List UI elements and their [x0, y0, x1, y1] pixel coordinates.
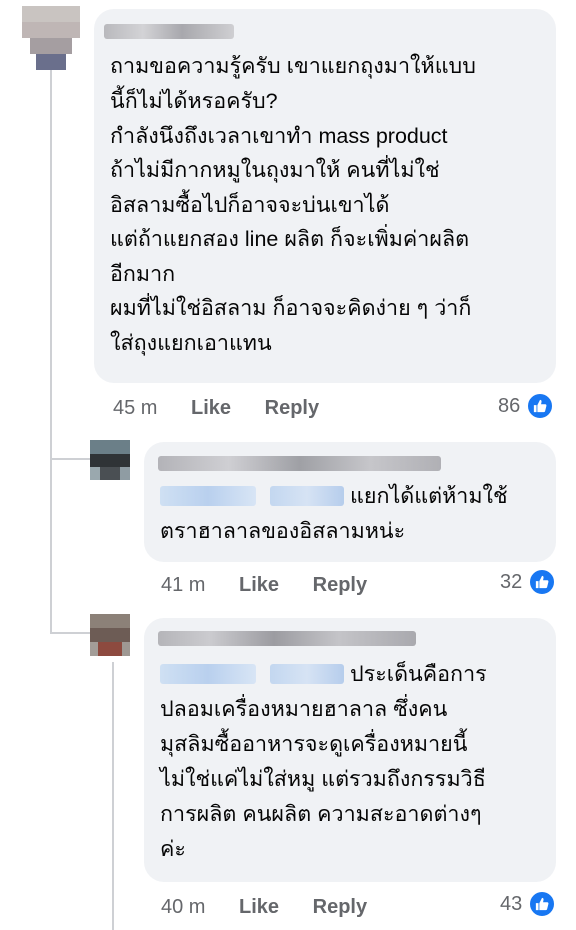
- thread-line-vertical: [50, 70, 52, 460]
- avatar[interactable]: [90, 440, 130, 480]
- comment-text-line: ค่ะ: [160, 837, 186, 861]
- avatar[interactable]: [22, 6, 80, 70]
- reaction-number: 43: [500, 892, 523, 915]
- thread-line-branch-1: [50, 458, 90, 460]
- like-button[interactable]: Like: [239, 896, 279, 918]
- thumbs-up-icon: [528, 890, 557, 918]
- reply-button[interactable]: Reply: [313, 896, 367, 918]
- reaction-number: 32: [500, 570, 523, 593]
- thread-line-vertical-2: [50, 460, 52, 632]
- comment-text-line: ตราฮาลาลของอิสลามหน่ะ: [160, 519, 406, 543]
- thumbs-up-icon: [526, 392, 555, 420]
- comment-text-line: ปลอมเครื่องหมายฮาลาล ซึ่งคน: [160, 697, 448, 721]
- comment-text-line: แยกได้แต่ห้ามใช้: [350, 484, 508, 508]
- comment-text-line: การผลิต คนผลิต ความสะอาดต่างๆ: [160, 802, 482, 826]
- author-name-blurred[interactable]: [158, 456, 441, 471]
- comment-meta-reply-2: 40 m Like Reply: [161, 896, 367, 919]
- mention-tag-blurred[interactable]: [160, 664, 256, 684]
- comment-text-line: นี้ก็ไม่ได้หรอครับ?: [110, 89, 278, 113]
- reaction-number: 86: [498, 394, 521, 417]
- thumbs-up-icon: [528, 568, 557, 596]
- reaction-count[interactable]: 32: [500, 568, 557, 596]
- timestamp[interactable]: 41 m: [161, 574, 205, 596]
- comment-meta-main: 45 m Like Reply: [113, 397, 319, 420]
- mention-tag-blurred[interactable]: [270, 664, 344, 684]
- like-button[interactable]: Like: [239, 574, 279, 596]
- thread-line-branch-2: [50, 632, 90, 634]
- reply-button[interactable]: Reply: [265, 397, 319, 419]
- timestamp[interactable]: 45 m: [113, 397, 157, 419]
- comment-text-line: ถามขอความรู้ครับ เขาแยกถุงมาให้แบบ: [110, 54, 476, 78]
- comment-text-line: กำลังนึงถึงเวลาเขาทำ mass product: [110, 124, 448, 148]
- author-name-blurred[interactable]: [158, 631, 416, 646]
- reaction-count[interactable]: 86: [498, 392, 555, 420]
- reply-button[interactable]: Reply: [313, 574, 367, 596]
- comment-text-line: ผมที่ไม่ใช่อิสลาม ก็อาจจะคิดง่าย ๆ ว่าก็: [110, 296, 472, 320]
- author-name-blurred[interactable]: [104, 24, 234, 39]
- comment-text-line: ไม่ใช่แค่ไม่ใส่หมู แต่รวมถึงกรรมวิธี: [160, 767, 486, 791]
- comment-text-line: ถ้าไม่มีกากหมูในถุงมาให้ คนที่ไม่ใช่: [110, 158, 440, 182]
- mention-tag-blurred[interactable]: [270, 486, 344, 506]
- comment-meta-reply-1: 41 m Like Reply: [161, 574, 367, 597]
- comment-text-line: อีกมาก: [110, 262, 176, 286]
- comment-text-line: แต่ถ้าแยกสอง line ผลิต ก็จะเพิ่มค่าผลิต: [110, 227, 470, 251]
- comment-text-line: ประเด็นคือการ: [350, 662, 487, 686]
- thread-line-vertical-3: [112, 662, 114, 930]
- avatar[interactable]: [90, 614, 130, 656]
- comment-text-line: มุสลิมซื้ออาหารจะดูเครื่องหมายนี้: [160, 732, 468, 756]
- comment-text-line: อิสลามซื้อไปก็อาจจะบ่นเขาได้: [110, 193, 390, 217]
- like-button[interactable]: Like: [191, 397, 231, 419]
- mention-tag-blurred[interactable]: [160, 486, 256, 506]
- timestamp[interactable]: 40 m: [161, 896, 205, 918]
- comment-text-line: ใส่ถุงแยกเอาแทน: [110, 331, 272, 355]
- reaction-count[interactable]: 43: [500, 890, 557, 918]
